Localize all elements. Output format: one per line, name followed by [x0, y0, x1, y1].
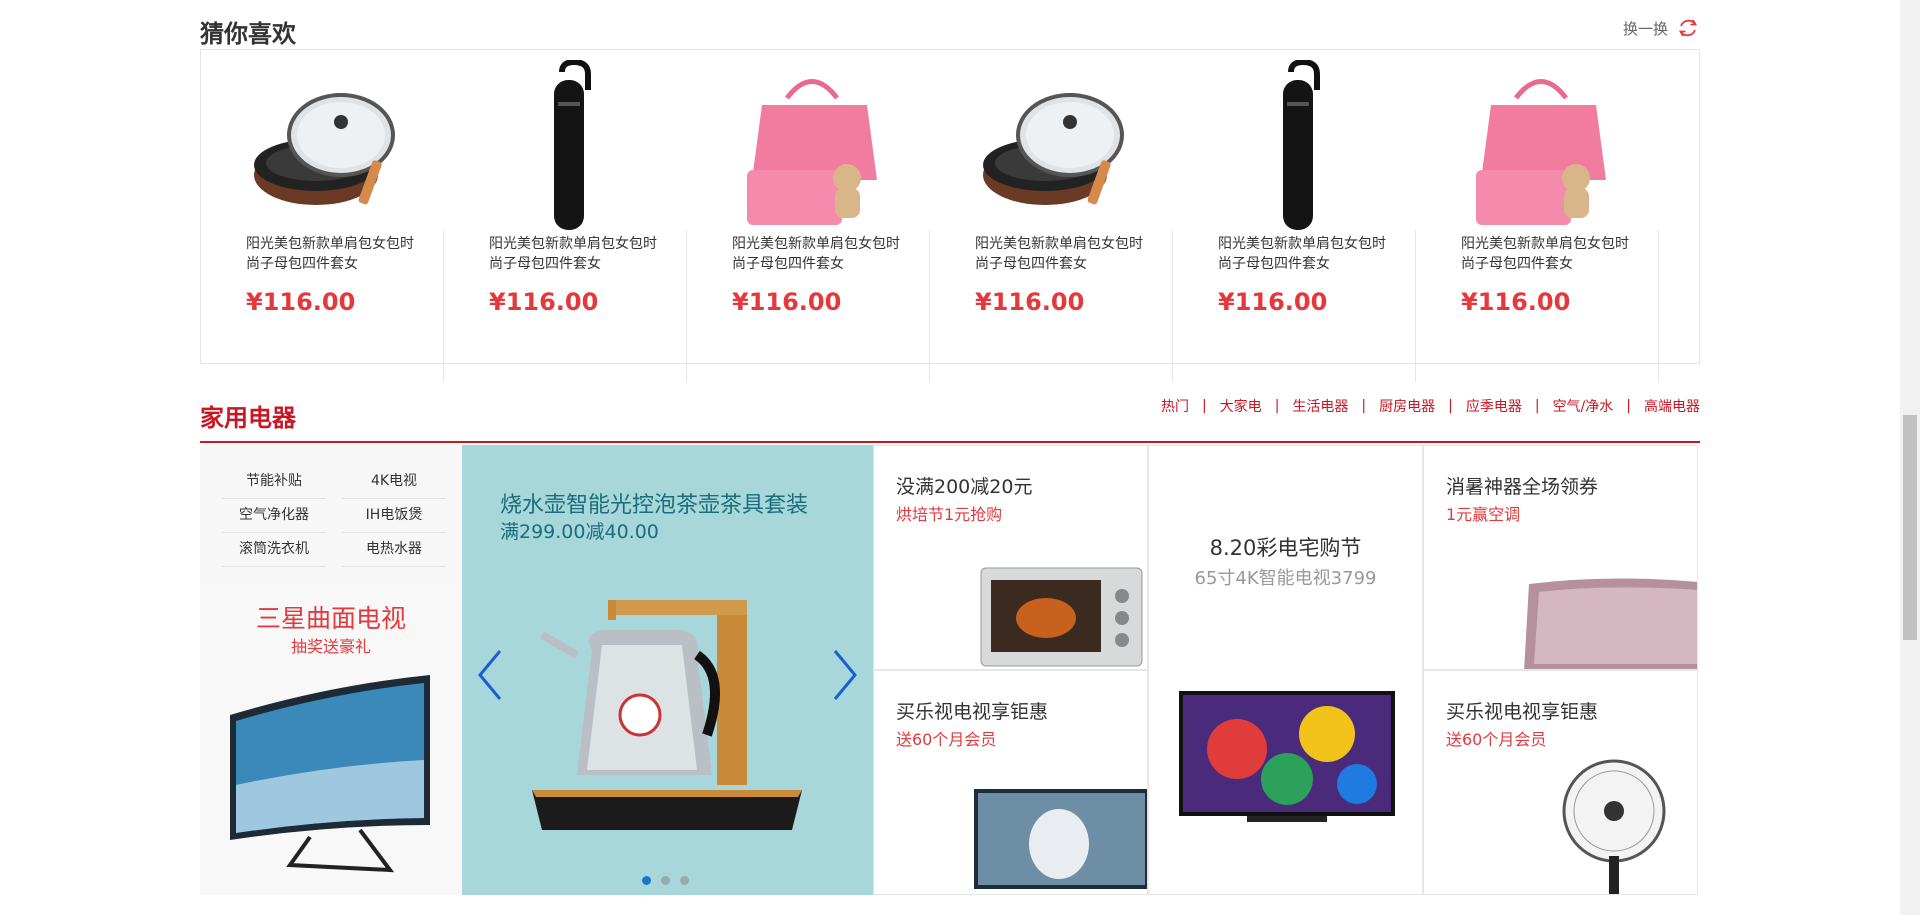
guess-title: 猜你喜欢	[200, 20, 296, 48]
product-price: ¥116.00	[1218, 288, 1328, 316]
promo-title: 消暑神器全场领券	[1446, 476, 1599, 498]
tab-separator: |	[1361, 398, 1367, 414]
tab-hot[interactable]: 热门	[1161, 396, 1189, 416]
product-image-pan	[254, 93, 395, 205]
promo-cell-fan[interactable]: 买乐视电视享钜惠 送60个月会员	[1423, 670, 1698, 895]
air-conditioner-image	[1524, 578, 1697, 669]
tab-kitchen-appliances[interactable]: 厨房电器	[1379, 396, 1435, 416]
scrollbar-thumb[interactable]	[1903, 415, 1917, 640]
promo-title: 没满200减20元	[896, 476, 1033, 498]
guess-header: 猜你喜欢 换一换	[200, 0, 1700, 50]
product-card[interactable]: 阳光美包新款单肩包女包时尚子母包四件套女 ¥116.00	[1173, 50, 1416, 382]
oven-image	[980, 567, 1143, 667]
product-desc[interactable]: 阳光美包新款单肩包女包时尚子母包四件套女	[975, 234, 1150, 274]
product-desc[interactable]: 阳光美包新款单肩包女包时尚子母包四件套女	[489, 234, 664, 274]
product-card[interactable]: 阳光美包新款单肩包女包时尚子母包四件套女 ¥116.00	[201, 50, 444, 382]
product-image-pan	[983, 93, 1124, 205]
tab-air-water[interactable]: 空气/净水	[1553, 396, 1614, 416]
tab-separator: |	[1448, 398, 1453, 414]
quick-link[interactable]: 滚筒洗衣机	[222, 533, 326, 567]
tv-image	[974, 789, 1147, 889]
curved-tv-image	[230, 675, 430, 873]
tab-home-appliances[interactable]: 生活电器	[1292, 396, 1348, 416]
promo-cell-tv[interactable]: 买乐视电视享钜惠 送60个月会员	[873, 670, 1148, 895]
product-price: ¥116.00	[732, 288, 842, 316]
quick-link[interactable]: IH电饭煲	[342, 499, 446, 533]
product-card[interactable]: 阳光美包新款单肩包女包时尚子母包四件套女 ¥116.00	[687, 50, 930, 382]
fan-image	[1562, 759, 1666, 894]
refresh-icon	[1678, 19, 1698, 37]
promo-cell-air-conditioner[interactable]: 消暑神器全场领券 1元赢空调	[1423, 445, 1698, 670]
quick-link[interactable]: 4K电视	[342, 465, 446, 499]
carousel-dot[interactable]	[661, 876, 670, 885]
quick-link[interactable]: 电热水器	[342, 533, 446, 567]
refresh-button[interactable]: 换一换	[1623, 16, 1700, 40]
promo-subtitle: 65寸4K智能电视3799	[1194, 568, 1377, 589]
product-desc[interactable]: 阳光美包新款单肩包女包时尚子母包四件套女	[732, 234, 907, 274]
tab-separator: |	[1626, 398, 1631, 414]
tv-image	[1179, 691, 1395, 822]
product-price: ¥116.00	[489, 288, 599, 316]
carousel-next-arrow[interactable]	[827, 645, 863, 705]
product-desc[interactable]: 阳光美包新款单肩包女包时尚子母包四件套女	[246, 234, 421, 274]
kettle-image	[532, 600, 802, 830]
product-card[interactable]: 阳光美包新款单肩包女包时尚子母包四件套女 ¥116.00	[444, 50, 687, 382]
appliances-body: 节能补贴 4K电视 空气净化器 IH电饭煲 滚筒洗衣机 电热水器 三星曲面电视 …	[200, 445, 1700, 895]
quick-link[interactable]: 空气净化器	[222, 499, 326, 533]
carousel-dot[interactable]	[680, 876, 689, 885]
refresh-label: 换一换	[1622, 19, 1668, 38]
promo-title: 8.20彩电宅购节	[1209, 536, 1362, 560]
tab-separator: |	[1201, 398, 1207, 414]
promo-subtitle: 烘培节1元抢购	[896, 505, 1003, 524]
tab-large-appliances[interactable]: 大家电	[1220, 396, 1262, 416]
promo-subtitle: 送60个月会员	[1446, 730, 1547, 749]
appliances-title: 家用电器	[200, 404, 296, 432]
appliances-tabs: 热门 | 大家电 | 生活电器 | 厨房电器 | 应季电器 | 空气/净水 | 高端电器	[1161, 396, 1700, 416]
carousel-prev-arrow[interactable]	[472, 645, 508, 705]
product-card[interactable]: 阳光美包新款单肩包女包时尚子母包四件套女 ¥116.00	[1416, 50, 1659, 382]
tab-separator: |	[1534, 398, 1540, 414]
carousel-title: 烧水壶智能光控泡茶壶茶具套装	[500, 493, 809, 518]
tab-premium-appliances[interactable]: 高端电器	[1644, 396, 1700, 416]
promo-subtitle: 送60个月会员	[896, 730, 997, 749]
appliances-sidebar: 节能补贴 4K电视 空气净化器 IH电饭煲 滚筒洗衣机 电热水器 三星曲面电视 …	[200, 445, 462, 895]
promo-cell-tv-festival[interactable]: 8.20彩电宅购节 65寸4K智能电视3799	[1148, 445, 1423, 895]
product-card[interactable]: 阳光美包新款单肩包女包时尚子母包四件套女 ¥116.00	[930, 50, 1173, 382]
promo-carousel[interactable]: 烧水壶智能光控泡茶壶茶具套装 满299.00减40.00	[462, 445, 873, 895]
tv-promo-title: 三星曲面电视	[255, 604, 406, 633]
product-desc[interactable]: 阳光美包新款单肩包女包时尚子母包四件套女	[1461, 234, 1636, 274]
tab-seasonal-appliances[interactable]: 应季电器	[1466, 396, 1522, 416]
tv-promo-subtitle: 抽奖送豪礼	[290, 637, 371, 656]
product-image-earpiece	[1283, 60, 1320, 230]
carousel-dots	[642, 876, 689, 885]
appliances-header: 家用电器 热门 | 大家电 | 生活电器 | 厨房电器 | 应季电器 | 空气/净水 | 高…	[200, 390, 1700, 443]
quick-link-list: 节能补贴 4K电视 空气净化器 IH电饭煲 滚筒洗衣机 电热水器	[214, 465, 454, 567]
quick-link[interactable]: 节能补贴	[222, 465, 326, 499]
product-price: ¥116.00	[1461, 288, 1571, 316]
tv-promo[interactable]: 三星曲面电视 抽奖送豪礼	[200, 585, 462, 895]
promo-title: 买乐视电视享钜惠	[1446, 701, 1599, 723]
carousel-dot-active[interactable]	[642, 876, 651, 885]
product-image-earpiece	[554, 60, 591, 230]
divider	[1658, 230, 1659, 382]
product-image-handbag	[747, 79, 877, 225]
promo-title: 买乐视电视享钜惠	[896, 701, 1049, 723]
tab-separator: |	[1274, 398, 1280, 414]
guess-product-list: 阳光美包新款单肩包女包时尚子母包四件套女 ¥116.00 阳光美包新款单肩包女包…	[200, 49, 1700, 382]
product-image-handbag	[1476, 79, 1606, 225]
product-price: ¥116.00	[975, 288, 1085, 316]
product-desc[interactable]: 阳光美包新款单肩包女包时尚子母包四件套女	[1218, 234, 1393, 274]
promo-cell-oven[interactable]: 没满200减20元 烘培节1元抢购	[873, 445, 1148, 670]
product-price: ¥116.00	[246, 288, 356, 316]
page-scrollbar[interactable]	[1900, 0, 1920, 915]
promo-subtitle: 1元赢空调	[1446, 505, 1521, 524]
carousel-subtitle: 满299.00减40.00	[500, 521, 659, 543]
